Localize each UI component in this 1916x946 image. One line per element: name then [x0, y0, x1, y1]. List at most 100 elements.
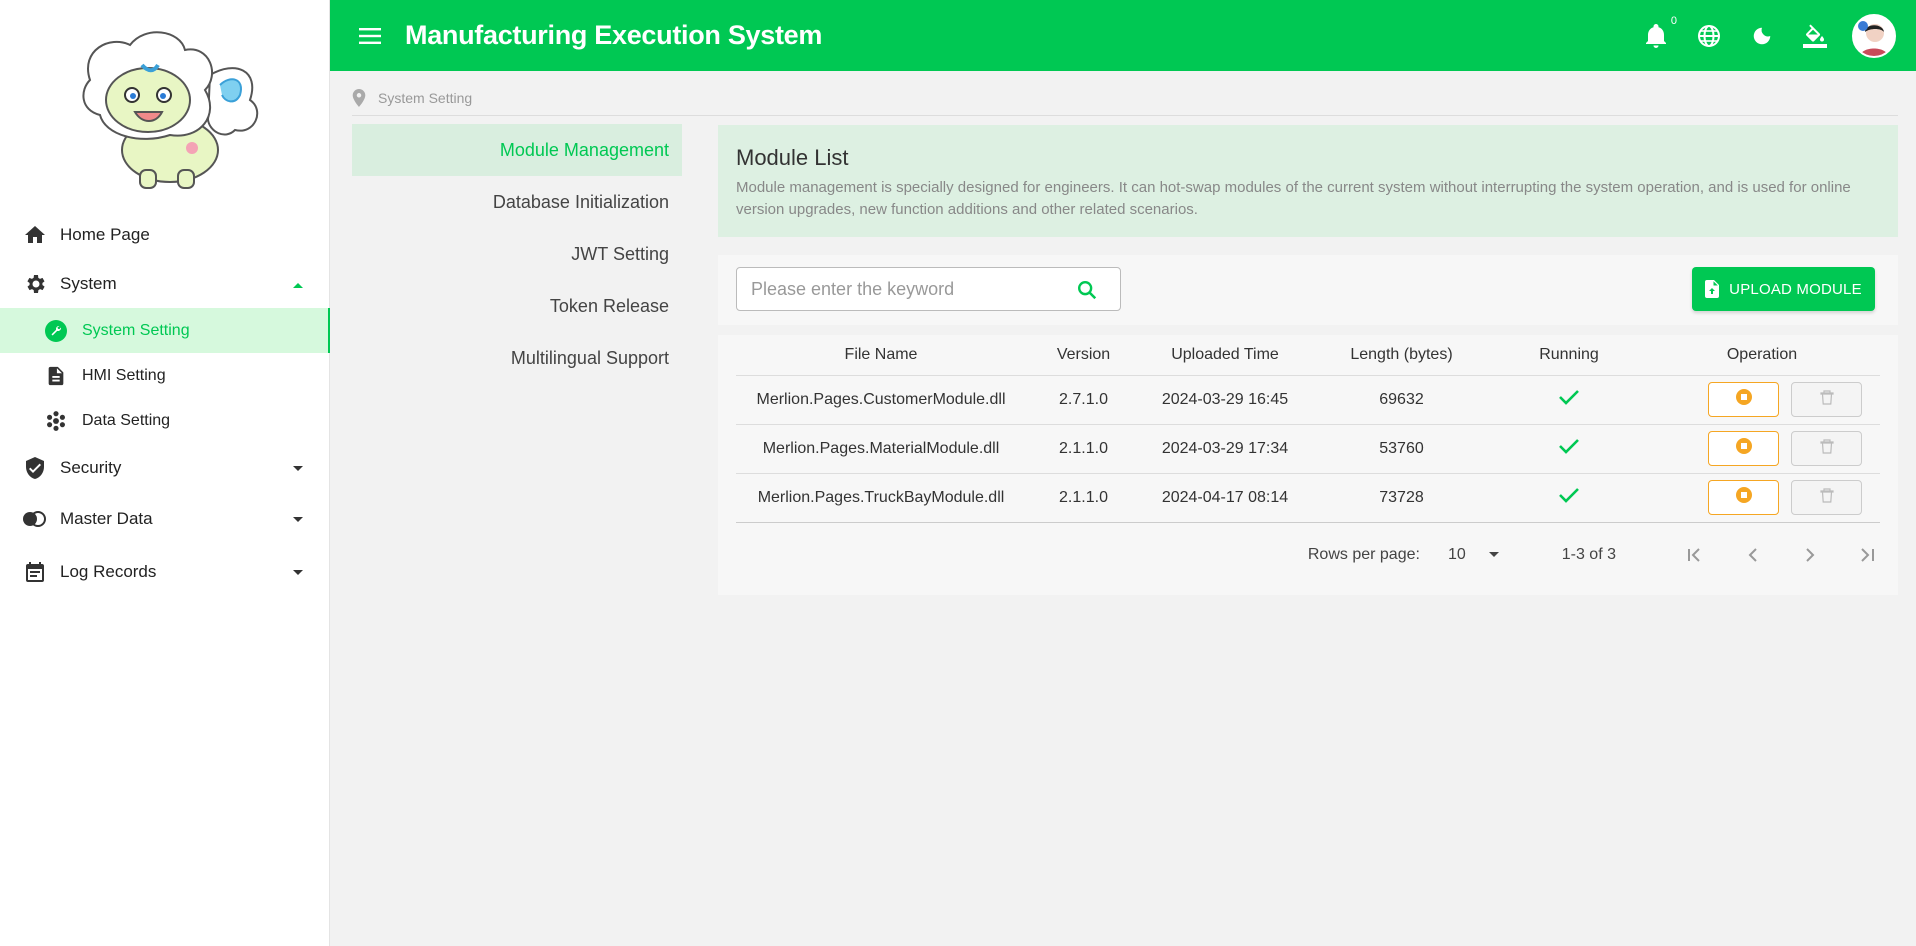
sidebar-nav: Home Page System System Setting HMI Sett… [0, 210, 330, 598]
search-input[interactable] [737, 278, 1057, 300]
column-header-uploaded-time[interactable]: Uploaded Time [1141, 335, 1309, 376]
subnav-item-token-release[interactable]: Token Release [352, 280, 682, 332]
sidebar-item-log-records[interactable]: Log Records [0, 545, 330, 598]
language-globe-icon[interactable] [1696, 23, 1722, 49]
column-header-file-name[interactable]: File Name [736, 335, 1026, 376]
file-upload-icon [1705, 280, 1720, 298]
section-title: Module List [736, 145, 849, 170]
cell-version: 2.7.1.0 [1026, 375, 1141, 425]
cell-uploaded-time: 2024-04-17 08:14 [1141, 473, 1309, 523]
breadcrumb: System Setting [352, 80, 1898, 116]
column-header-running[interactable]: Running [1494, 335, 1644, 376]
upload-module-label: UPLOAD MODULE [1729, 280, 1862, 298]
sidebar-item-data-setting[interactable]: Data Setting [0, 398, 330, 443]
module-table-card: File Name Version Uploaded Time Length (… [718, 335, 1898, 595]
module-table: File Name Version Uploaded Time Length (… [736, 335, 1880, 523]
cell-length: 73728 [1309, 473, 1494, 523]
first-page-icon[interactable] [1683, 542, 1709, 568]
subnav-item-database-initialization[interactable]: Database Initialization [352, 176, 682, 228]
search-box [736, 267, 1121, 311]
cell-length: 69632 [1309, 375, 1494, 425]
toggle-icon [22, 506, 48, 532]
table-row: Merlion.Pages.CustomerModule.dll 2.7.1.0… [736, 375, 1880, 425]
sidebar-item-label: System Setting [82, 321, 190, 339]
next-page-icon[interactable] [1797, 542, 1823, 568]
breadcrumb-label[interactable]: System Setting [378, 90, 472, 106]
theme-paint-bucket-icon[interactable] [1802, 23, 1828, 49]
user-avatar[interactable] [1852, 13, 1896, 58]
caret-down-icon [292, 458, 304, 478]
stop-circle-icon [1735, 437, 1753, 460]
delete-module-button[interactable] [1791, 480, 1862, 515]
rows-per-page-select[interactable]: 10 [1448, 546, 1522, 564]
column-header-version[interactable]: Version [1026, 335, 1141, 376]
caret-down-icon [1488, 546, 1500, 564]
stop-circle-icon [1735, 388, 1753, 411]
sidebar: Home Page System System Setting HMI Sett… [0, 0, 330, 946]
location-pin-icon [352, 88, 366, 107]
sidebar-item-label: Log Records [60, 561, 157, 581]
sidebar-item-label: Master Data [60, 508, 153, 528]
caret-down-icon [292, 509, 304, 529]
sidebar-item-hmi-setting[interactable]: HMI Setting [0, 353, 330, 398]
section-description: Module management is specially designed … [736, 179, 1851, 218]
hamburger-menu-icon[interactable] [357, 23, 383, 49]
notification-badge: 0 [1670, 14, 1677, 27]
cell-version: 2.1.1.0 [1026, 473, 1141, 523]
module-toolbar: UPLOAD MODULE [718, 255, 1898, 325]
trash-icon [1819, 487, 1834, 508]
stop-module-button[interactable] [1708, 480, 1779, 515]
rows-per-page-value: 10 [1447, 546, 1466, 563]
subnav-item-multilingual-support[interactable]: Multilingual Support [352, 332, 682, 384]
module-list-info: Module List Module management is special… [718, 125, 1898, 237]
cell-length: 53760 [1309, 424, 1494, 474]
cell-version: 2.1.1.0 [1026, 424, 1141, 474]
caret-up-icon [292, 274, 304, 294]
column-header-length[interactable]: Length (bytes) [1309, 335, 1494, 376]
wrench-icon [44, 319, 68, 343]
stop-circle-icon [1735, 486, 1753, 509]
delete-module-button[interactable] [1791, 382, 1862, 417]
cell-uploaded-time: 2024-03-29 17:34 [1141, 424, 1309, 474]
sidebar-item-system-setting[interactable]: System Setting [0, 308, 330, 353]
subnav-item-module-management[interactable]: Module Management [352, 124, 682, 176]
app-title: Manufacturing Execution System [405, 20, 823, 50]
trash-icon [1819, 389, 1834, 410]
table-row: Merlion.Pages.TruckBayModule.dll 2.1.1.0… [736, 473, 1880, 523]
shield-check-icon [22, 455, 48, 481]
upload-module-button[interactable]: UPLOAD MODULE [1692, 267, 1875, 311]
table-row: Merlion.Pages.MaterialModule.dll 2.1.1.0… [736, 424, 1880, 474]
sidebar-item-label: Home Page [60, 224, 150, 244]
checkmark-icon [1558, 439, 1580, 459]
settings-subnav: Module Management Database Initializatio… [352, 124, 682, 384]
sidebar-item-label: Security [60, 457, 122, 477]
previous-page-icon[interactable] [1740, 542, 1766, 568]
cell-file-name: Merlion.Pages.CustomerModule.dll [736, 375, 1026, 425]
logo-mascot [60, 20, 270, 195]
subnav-item-jwt-setting[interactable]: JWT Setting [352, 228, 682, 280]
delete-module-button[interactable] [1791, 431, 1862, 466]
cell-running [1494, 375, 1644, 425]
sidebar-item-label: Data Setting [82, 411, 171, 429]
cell-running [1494, 424, 1644, 474]
sidebar-item-master-data[interactable]: Master Data [0, 492, 330, 545]
column-header-operation: Operation [1644, 335, 1880, 376]
trash-icon [1819, 438, 1834, 459]
stop-module-button[interactable] [1708, 431, 1779, 466]
cell-uploaded-time: 2024-03-29 16:45 [1141, 375, 1309, 425]
dark-mode-moon-icon[interactable] [1749, 23, 1775, 49]
hexagons-icon [44, 409, 68, 433]
stop-module-button[interactable] [1708, 382, 1779, 417]
sidebar-item-home-page[interactable]: Home Page [0, 210, 330, 259]
gear-icon [22, 271, 48, 297]
table-header-row: File Name Version Uploaded Time Length (… [736, 335, 1880, 376]
sidebar-item-system[interactable]: System [0, 259, 330, 308]
header-actions: 0 [1616, 0, 1896, 71]
last-page-icon[interactable] [1854, 542, 1880, 568]
search-icon[interactable] [1076, 279, 1098, 306]
sidebar-item-security[interactable]: Security [0, 443, 330, 492]
cell-operation [1644, 424, 1880, 474]
notification-bell-icon[interactable]: 0 [1643, 15, 1677, 49]
cell-operation [1644, 473, 1880, 523]
top-app-bar: Manufacturing Execution System 0 [330, 0, 1916, 71]
